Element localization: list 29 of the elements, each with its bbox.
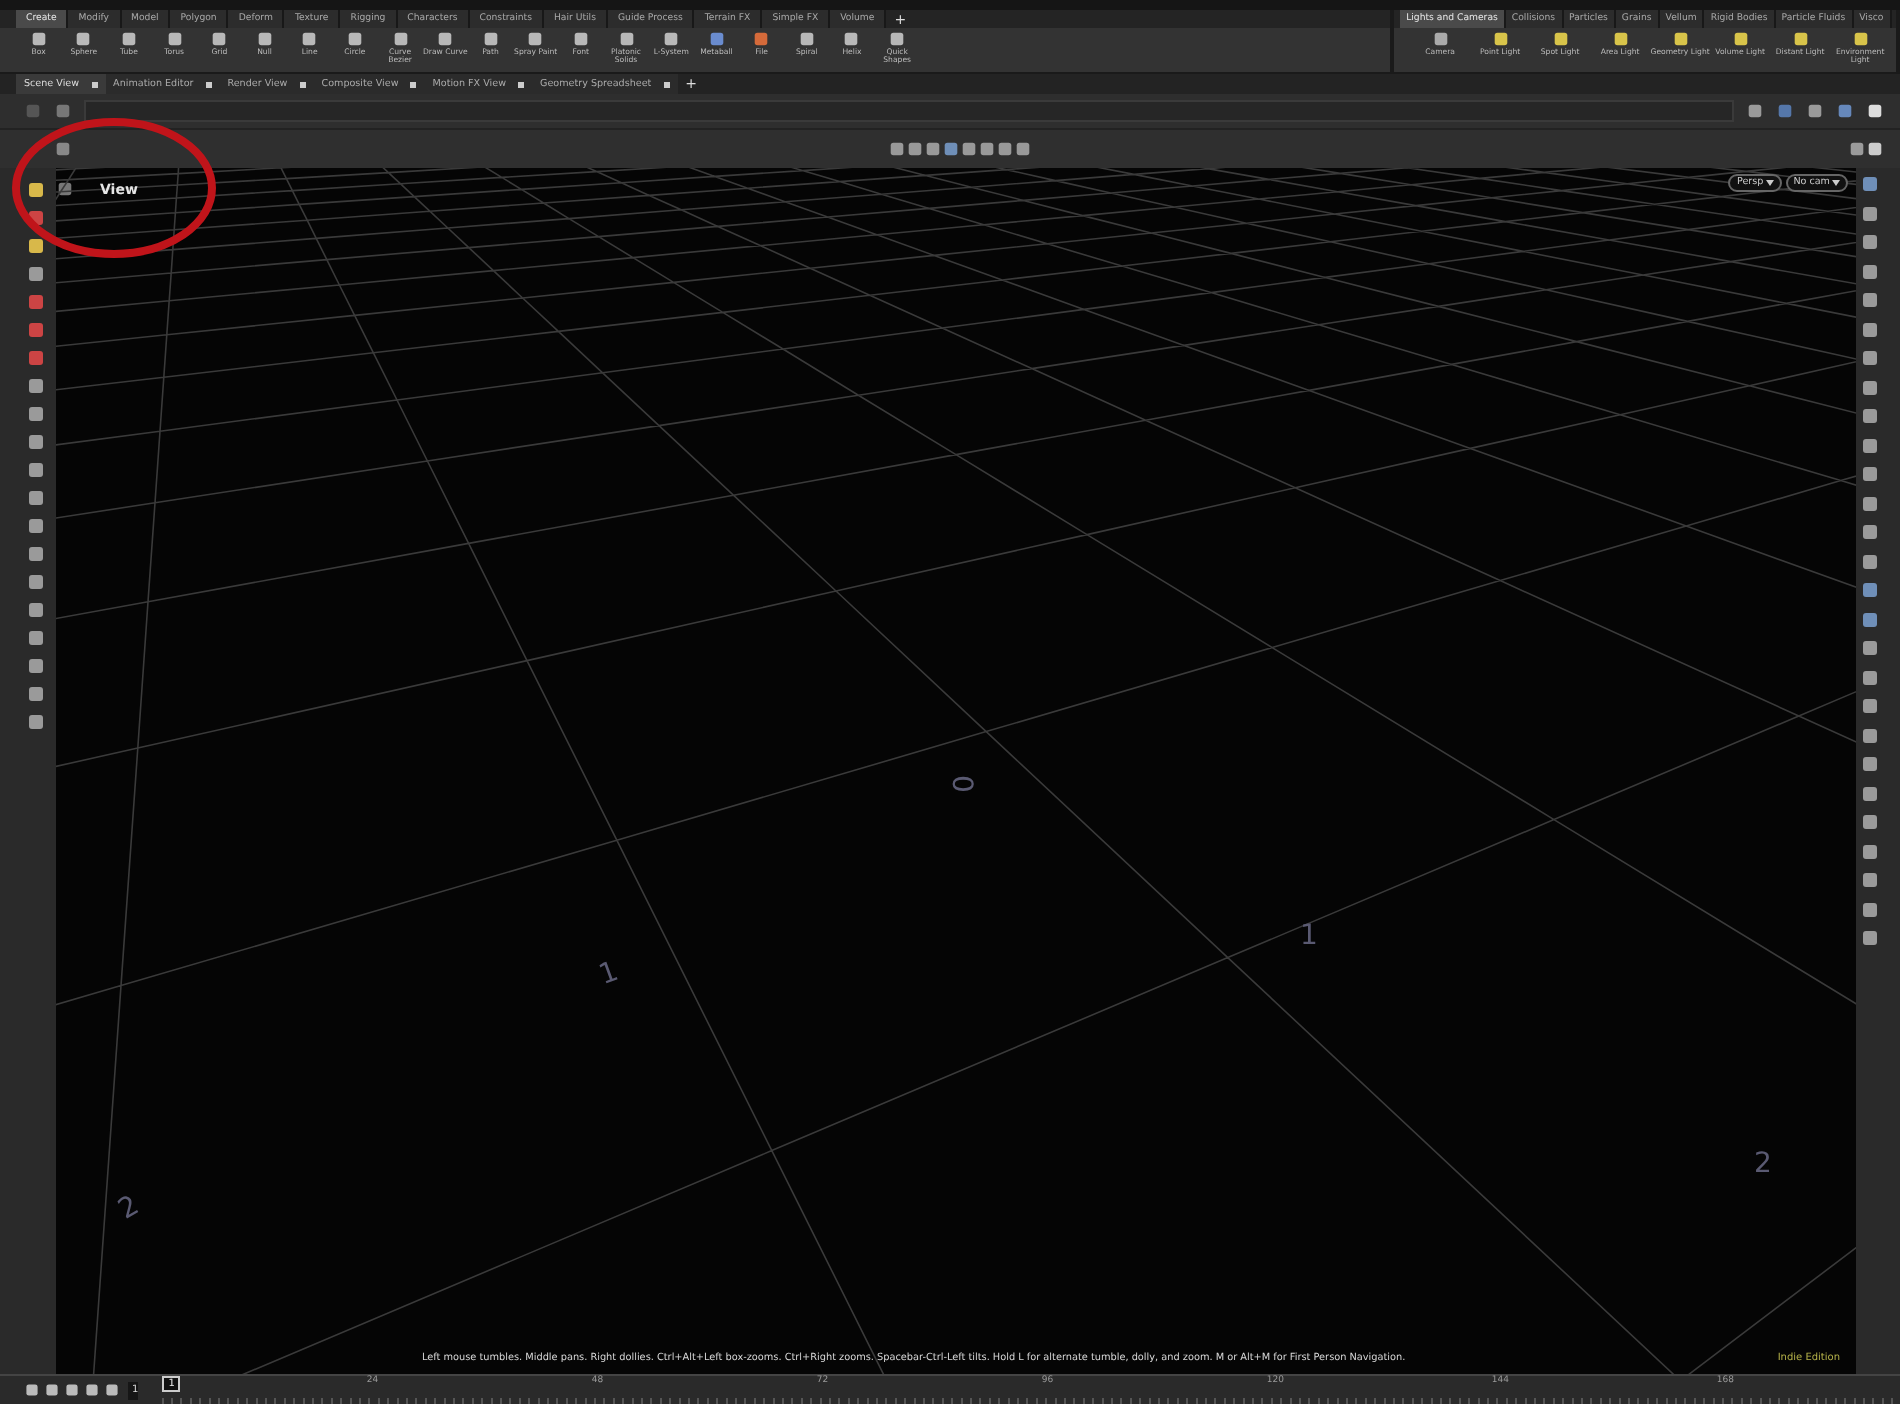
grid-label: 1 — [1300, 920, 1318, 952]
tool-icon[interactable] — [842, 30, 861, 48]
tool-icon[interactable] — [255, 30, 274, 48]
caret-icon — [1765, 180, 1774, 186]
grid-label: 2 — [1754, 1148, 1772, 1180]
grid-label: 1 — [595, 955, 623, 993]
tool-icon[interactable] — [752, 30, 771, 48]
caret-icon — [1832, 180, 1840, 186]
tool-icon[interactable] — [797, 30, 816, 48]
tool-icon[interactable] — [165, 30, 184, 48]
tool-icon[interactable] — [707, 30, 726, 48]
tool-icon[interactable] — [617, 30, 636, 48]
tool-icon[interactable] — [436, 30, 455, 48]
tool-icon[interactable] — [662, 30, 681, 48]
tool-icon[interactable] — [300, 30, 319, 48]
tool-icon[interactable] — [29, 30, 48, 48]
grid-label: 2 — [113, 1189, 145, 1227]
tool-icon[interactable] — [210, 30, 229, 48]
tool-icon[interactable] — [571, 30, 590, 48]
tool-icon[interactable] — [119, 30, 138, 48]
tool-icon[interactable] — [888, 30, 907, 48]
square-icon[interactable] — [1866, 102, 1884, 120]
tool-icon[interactable] — [345, 30, 364, 48]
tool-icon[interactable] — [391, 30, 410, 48]
tool-icon[interactable] — [74, 30, 93, 48]
grid-label: 0 — [944, 775, 977, 793]
tool-icon[interactable] — [526, 30, 545, 48]
path-field[interactable] — [84, 100, 1734, 122]
tool-icon[interactable] — [481, 30, 500, 48]
